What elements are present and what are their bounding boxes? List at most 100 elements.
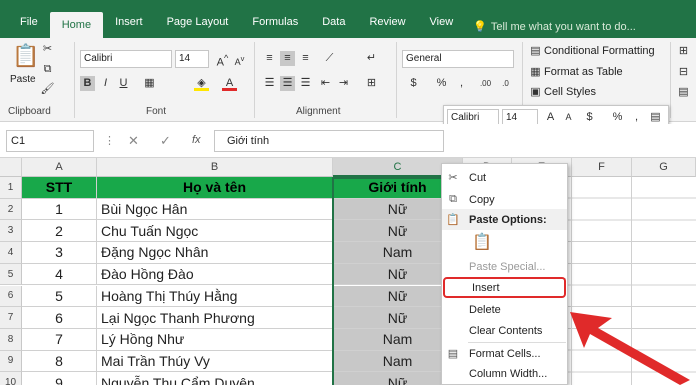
cell-styles-icon[interactable]: ▣ bbox=[528, 85, 543, 100]
column-header-b[interactable]: B bbox=[97, 158, 333, 177]
cell-stt[interactable]: 3 bbox=[22, 242, 97, 264]
row-header[interactable]: 4 bbox=[0, 242, 22, 264]
tab-file[interactable]: File bbox=[8, 11, 50, 33]
column-header-a[interactable]: A bbox=[22, 158, 97, 177]
decrease-decimal-icon[interactable]: .0 bbox=[498, 76, 513, 91]
align-center-icon[interactable]: ☰ bbox=[280, 76, 295, 91]
font-size-dropdown[interactable]: 14 bbox=[175, 50, 209, 68]
paste-button-label[interactable]: Paste bbox=[10, 74, 36, 85]
borders-icon[interactable]: ▦ bbox=[142, 76, 157, 91]
cell-stt[interactable]: 8 bbox=[22, 350, 97, 373]
cell-stt[interactable]: 1 bbox=[22, 198, 97, 221]
row-header[interactable]: 5 bbox=[0, 263, 22, 286]
align-bottom-icon[interactable]: ≡ bbox=[298, 51, 313, 66]
row-header[interactable]: 3 bbox=[0, 220, 22, 243]
row-header[interactable]: 7 bbox=[0, 307, 22, 329]
select-all-corner[interactable] bbox=[0, 158, 22, 177]
cut-icon[interactable]: ✂ bbox=[40, 42, 55, 57]
conditional-formatting-icon[interactable]: ▤ bbox=[528, 44, 543, 59]
row-header[interactable]: 2 bbox=[0, 198, 22, 221]
cell-name[interactable]: Lý Hồng Như bbox=[97, 328, 333, 351]
row-header[interactable]: 10 bbox=[0, 372, 22, 385]
row-header[interactable]: 1 bbox=[0, 177, 22, 199]
cell-name[interactable]: Đào Hồng Đào bbox=[97, 263, 333, 286]
increase-decimal-icon[interactable]: .00 bbox=[478, 76, 493, 91]
insert-function-icon[interactable]: fx bbox=[192, 134, 201, 146]
cell-name[interactable]: Hoàng Thị Thúy Hằng bbox=[97, 285, 333, 308]
italic-icon[interactable]: I bbox=[98, 76, 113, 91]
wrap-text-icon[interactable]: ↵ bbox=[364, 51, 379, 66]
name-box[interactable]: C1 bbox=[6, 130, 94, 152]
decrease-font-icon[interactable]: Av bbox=[232, 51, 247, 67]
merge-center-icon[interactable]: ⊞ bbox=[364, 76, 379, 91]
insert-cells-icon[interactable]: ⊞ bbox=[676, 44, 691, 59]
tab-view[interactable]: View bbox=[418, 11, 466, 33]
tell-me-search[interactable]: 💡 Tell me what you want to do... bbox=[465, 20, 636, 34]
paste-icon[interactable]: 📋 bbox=[12, 42, 39, 70]
menu-item-format-cells[interactable]: ▤ Format Cells... bbox=[442, 343, 567, 364]
menu-item-copy[interactable]: ⧉ Copy bbox=[442, 189, 567, 210]
bold-icon[interactable]: B bbox=[80, 76, 95, 91]
formula-input[interactable]: Giới tính bbox=[214, 130, 444, 152]
delete-cells-icon[interactable]: ⊟ bbox=[676, 65, 691, 80]
format-cells-icon[interactable]: ▤ bbox=[676, 85, 691, 100]
increase-indent-icon[interactable]: ⇥ bbox=[336, 76, 351, 91]
enter-icon[interactable]: ✓ bbox=[160, 133, 171, 149]
align-left-icon[interactable]: ☰ bbox=[262, 76, 277, 91]
mini-percent-icon[interactable]: % bbox=[610, 110, 625, 125]
cancel-icon[interactable]: ✕ bbox=[128, 133, 139, 149]
row-header[interactable]: 6 bbox=[0, 285, 22, 308]
menu-item-insert[interactable]: Insert bbox=[443, 277, 566, 298]
format-painter-icon[interactable]: 🖌 bbox=[40, 82, 55, 97]
tab-page-layout[interactable]: Page Layout bbox=[155, 11, 241, 33]
align-top-icon[interactable]: ≡ bbox=[262, 51, 277, 66]
menu-item-column-width[interactable]: Column Width... bbox=[442, 363, 567, 384]
cell-name[interactable]: Bùi Ngọc Hân bbox=[97, 198, 333, 221]
mini-format-painter-icon[interactable]: ▤ bbox=[648, 110, 663, 125]
mini-comma-icon[interactable]: , bbox=[629, 110, 644, 125]
decrease-indent-icon[interactable]: ⇤ bbox=[318, 76, 333, 91]
header-cell-stt[interactable]: STT bbox=[22, 177, 97, 199]
tab-data[interactable]: Data bbox=[310, 11, 357, 33]
cell-stt[interactable]: 6 bbox=[22, 307, 97, 329]
cell-name[interactable]: Nguyễn Thụ Cẩm Duyên bbox=[97, 372, 333, 385]
orientation-icon[interactable]: ⟋ bbox=[322, 51, 337, 66]
menu-item-clear-contents[interactable]: Clear Contents bbox=[442, 320, 567, 341]
tab-insert[interactable]: Insert bbox=[103, 11, 155, 33]
cell-stt[interactable]: 5 bbox=[22, 285, 97, 308]
header-cell-name[interactable]: Họ và tên bbox=[97, 177, 333, 199]
tab-review[interactable]: Review bbox=[357, 11, 417, 33]
format-as-table-button[interactable]: Format as Table bbox=[544, 66, 623, 78]
increase-font-icon[interactable]: A^ bbox=[215, 51, 230, 69]
font-name-dropdown[interactable]: Calibri bbox=[80, 50, 172, 68]
align-middle-icon[interactable]: ≡ bbox=[280, 51, 295, 66]
percent-icon[interactable]: % bbox=[434, 76, 449, 91]
comma-style-icon[interactable]: , bbox=[454, 76, 469, 91]
cell-stt[interactable]: 9 bbox=[22, 372, 97, 385]
cell-stt[interactable]: 2 bbox=[22, 220, 97, 243]
menu-item-delete[interactable]: Delete bbox=[442, 299, 567, 320]
cell-name[interactable]: Mai Trần Thúy Vy bbox=[97, 350, 333, 373]
paste-option-icon[interactable]: 📋 bbox=[472, 232, 492, 256]
fill-color-icon[interactable]: ◈ bbox=[194, 76, 209, 91]
column-header-f[interactable]: F bbox=[572, 158, 632, 177]
underline-icon[interactable]: U bbox=[116, 76, 131, 91]
cell-name[interactable]: Chu Tuấn Ngọc bbox=[97, 220, 333, 243]
number-format-dropdown[interactable]: General bbox=[402, 50, 514, 68]
row-header[interactable]: 9 bbox=[0, 350, 22, 373]
conditional-formatting-button[interactable]: Conditional Formatting bbox=[544, 45, 655, 57]
font-color-icon[interactable]: A bbox=[222, 76, 237, 91]
mini-currency-icon[interactable]: $ bbox=[582, 110, 597, 125]
menu-item-cut[interactable]: ✂ Cut bbox=[442, 167, 567, 188]
format-as-table-icon[interactable]: ▦ bbox=[528, 65, 543, 80]
cell-name[interactable]: Đặng Ngọc Nhân bbox=[97, 242, 333, 264]
mini-increase-font-icon[interactable]: A bbox=[543, 110, 558, 125]
cell-styles-button[interactable]: Cell Styles bbox=[544, 86, 596, 98]
column-header-g[interactable]: G bbox=[632, 158, 696, 177]
tab-formulas[interactable]: Formulas bbox=[240, 11, 310, 33]
cell-stt[interactable]: 4 bbox=[22, 263, 97, 286]
copy-icon[interactable]: ⧉ bbox=[40, 62, 55, 77]
cell-stt[interactable]: 7 bbox=[22, 328, 97, 351]
align-right-icon[interactable]: ☰ bbox=[298, 76, 313, 91]
cell-name[interactable]: Lại Ngọc Thanh Phương bbox=[97, 307, 333, 329]
